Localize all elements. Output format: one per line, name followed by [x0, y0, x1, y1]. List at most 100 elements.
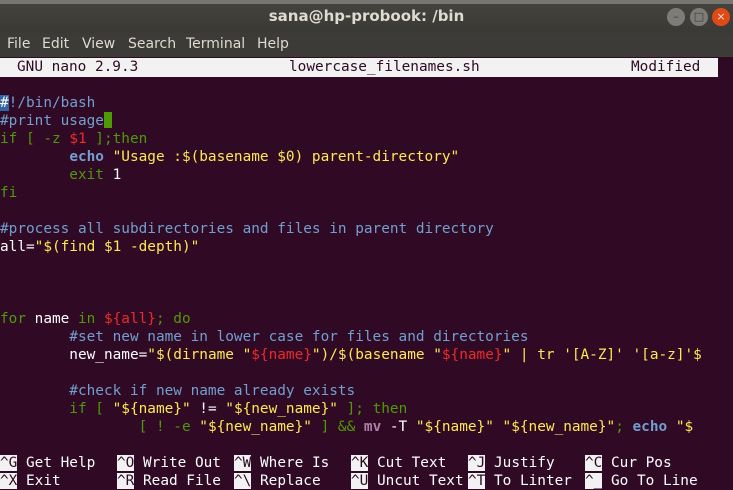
code-line-1: #!/bin/bash [0, 94, 718, 112]
code-text: #process all subdirectories and files in… [0, 221, 494, 237]
code-text: echo [632, 419, 668, 435]
code-line-15: new_name="$(dirname "${name}")/$(basenam… [0, 346, 718, 364]
code-line-18: if [ "${name}" != "${new_name}" ]; then [0, 400, 718, 418]
shortcut-key: ^K [351, 455, 369, 471]
code-line-2: #print usage [0, 112, 718, 130]
code-line-5: exit 1 [0, 166, 718, 184]
shortcut-exit[interactable]: ^X Exit [0, 472, 61, 490]
shortcut-label: Uncut Text [368, 473, 464, 489]
code-text: mv [363, 419, 382, 435]
code-text: for [0, 311, 26, 327]
shortcut-key: ^\ [234, 473, 252, 489]
shortcut-key: ^J [468, 455, 486, 471]
maximize-icon[interactable]: □ [690, 8, 708, 26]
code-text: echo [69, 149, 104, 165]
shortcut-label: Cut Text [368, 455, 447, 471]
code-text: "${new_name}" [199, 419, 312, 435]
menu-help[interactable]: Help [257, 36, 289, 52]
shortcut-where-is[interactable]: ^W Where Is [234, 454, 329, 472]
code-text: ];then [86, 131, 148, 147]
shortcut-label: Exit [17, 473, 61, 489]
code-text: fi [0, 185, 18, 201]
code-line-19: [ ! -e "${new_name}" ] && mv -T "${name}… [0, 418, 718, 436]
nano-version: GNU nano 2.9.3 [17, 59, 139, 75]
code-text: ${all} [103, 311, 156, 327]
code-text: ${name} [251, 347, 312, 363]
code-text: ; [615, 419, 633, 435]
nano-status: Modified [631, 59, 701, 75]
shortcut-label: Justify [485, 455, 555, 471]
shortcut-row-2: ^X Exit ^R Read File ^\ Replace ^U Uncut… [0, 472, 733, 490]
shortcut-uncut-text[interactable]: ^U Uncut Text [351, 472, 464, 490]
shortcut-replace[interactable]: ^\ Replace [234, 472, 321, 490]
shortcut-go-to-line[interactable]: ^_ Go To Line [585, 472, 698, 490]
code-text: 1 [103, 167, 122, 183]
menu-view[interactable]: View [82, 36, 115, 52]
close-icon[interactable]: × [712, 8, 730, 26]
code-text: #print usage [0, 113, 104, 129]
menu-search[interactable]: Search [128, 36, 176, 52]
code-line-3: if [ -z $1 ];then [0, 130, 718, 148]
titlebar-top-strip [0, 0, 733, 4]
code-text: "$(find $1 -depth)" [34, 239, 200, 255]
code-text: ]; then [337, 401, 408, 417]
code-text: -T [381, 419, 416, 435]
nano-filename: lowercase_filenames.sh [289, 59, 480, 75]
code-text: #check if new name already exists [0, 383, 356, 399]
code-text: if [ [0, 401, 113, 417]
code-text: "${name}" [415, 419, 494, 435]
shortcut-key: ^X [0, 473, 18, 489]
code-text: ] && [311, 419, 364, 435]
code-line-17: #check if new name already exists [0, 382, 718, 400]
code-text: ; do [155, 311, 191, 327]
text-cursor [103, 112, 112, 128]
code-text: name [26, 311, 78, 327]
code-text: ${name} [441, 347, 503, 363]
shortcut-justify[interactable]: ^J Justify [468, 454, 555, 472]
terminal-scrollbar[interactable] [718, 57, 733, 490]
code-line-9: all="$(find $1 -depth)" [0, 238, 718, 256]
window-titlebar[interactable]: sana@hp-probook: /bin – □ × [0, 0, 733, 33]
shortcut-write-out[interactable]: ^O Write Out [117, 454, 221, 472]
cursor-char: # [0, 95, 9, 111]
code-line-8: #process all subdirectories and files in… [0, 220, 718, 238]
shortcut-key: ^W [234, 455, 252, 471]
code-line-6: fi [0, 184, 718, 202]
shortcut-label: Cur Pos [602, 455, 672, 471]
shortcut-label: To Linter [485, 473, 572, 489]
menu-terminal[interactable]: Terminal [186, 36, 245, 52]
window-title: sana@hp-probook: /bin [268, 7, 465, 25]
code-text: " | tr '[A-Z]' '[a-z]'$ [502, 347, 702, 363]
code-text: exit [0, 167, 104, 183]
shortcut-label: Read File [134, 473, 221, 489]
menu-edit[interactable]: Edit [42, 36, 69, 52]
code-text: "${new_name}" [225, 401, 338, 417]
shortcut-key: ^C [585, 455, 603, 471]
shortcut-key: ^U [351, 473, 369, 489]
shortcut-key: ^R [117, 473, 135, 489]
code-text: "${name}" [112, 401, 191, 417]
code-text: != [190, 401, 226, 417]
shortcut-cut-text[interactable]: ^K Cut Text [351, 454, 446, 472]
terminal-area[interactable]: GNU nano 2.9.3 lowercase_filenames.sh Mo… [0, 57, 733, 490]
menu-bar: File Edit View Search Terminal Help [0, 33, 733, 57]
code-line-14: #set new name in lower case for files an… [0, 328, 718, 346]
menu-file[interactable]: File [7, 36, 30, 52]
shortcut-to-linter[interactable]: ^T To Linter [468, 472, 572, 490]
shortcut-row-1: ^G Get Help ^O Write Out ^W Where Is ^K … [0, 454, 733, 472]
shortcut-label: Write Out [134, 455, 221, 471]
shortcut-label: Go To Line [602, 473, 698, 489]
code-line-13: for name in ${all}; do [0, 310, 718, 328]
shortcut-get-help[interactable]: ^G Get Help [0, 454, 95, 472]
shortcut-read-file[interactable]: ^R Read File [117, 472, 221, 490]
code-text: "${new_name}" [502, 419, 616, 435]
shortcut-key: ^T [468, 473, 486, 489]
code-text: if [ -z [0, 131, 70, 147]
code-text: $1 [69, 131, 87, 147]
code-line-4: echo "Usage :$(basename $0) parent-direc… [0, 148, 718, 166]
minimize-icon[interactable]: – [667, 8, 685, 26]
shortcut-cur-pos[interactable]: ^C Cur Pos [585, 454, 672, 472]
